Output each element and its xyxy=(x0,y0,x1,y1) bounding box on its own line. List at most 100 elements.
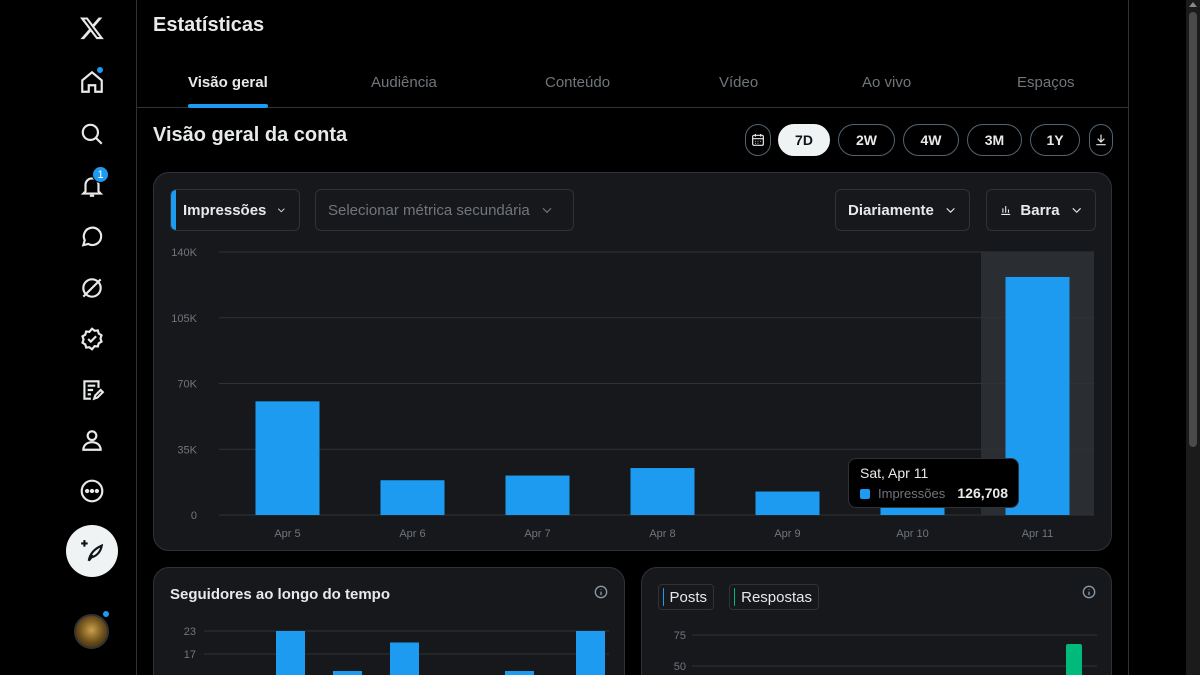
chart-tooltip: Sat, Apr 11 Impressões 126,708 xyxy=(848,458,1019,508)
range-4w-button[interactable]: 4W xyxy=(903,124,959,156)
x-tick-label: Apr 8 xyxy=(649,528,675,540)
y-tick-label: 70K xyxy=(177,379,197,391)
tab-bar: Visão geral Audiência Conteúdo Vídeo Ao … xyxy=(137,56,1129,108)
range-2w-button[interactable]: 2W xyxy=(838,124,895,156)
legend-posts-chip[interactable]: Posts xyxy=(658,584,714,610)
scrollbar-thumb[interactable] xyxy=(1189,12,1197,447)
home-notification-dot xyxy=(96,66,104,74)
x-tick-label: Apr 5 xyxy=(274,528,300,540)
articles-icon[interactable] xyxy=(66,364,118,416)
followers-card-title: Seguidores ao longo do tempo xyxy=(170,586,391,603)
range-3m-button[interactable]: 3M xyxy=(967,124,1022,156)
bar-chart-icon xyxy=(1001,206,1011,216)
notifications-icon[interactable]: 1 xyxy=(66,160,118,212)
avatar[interactable] xyxy=(74,614,109,649)
profile-icon[interactable] xyxy=(66,414,118,466)
x-logo-icon[interactable] xyxy=(66,2,118,54)
legend-label: Posts xyxy=(669,588,707,606)
page-scrollbar[interactable] xyxy=(1186,0,1200,675)
followers-card: Seguidores ao longo do tempo 17 23 xyxy=(153,567,625,675)
search-icon[interactable] xyxy=(66,108,118,160)
x-tick-label: Apr 7 xyxy=(524,528,550,540)
secondary-metric-placeholder: Selecionar métrica secundária xyxy=(328,201,530,219)
tab-label: Vídeo xyxy=(719,73,759,91)
tab-label: Ao vivo xyxy=(862,73,912,91)
y-tick-label: 0 xyxy=(191,510,197,522)
tooltip-metric: Impressões xyxy=(878,486,946,501)
primary-metric-label: Impressões xyxy=(183,201,267,219)
tab-label: Espaços xyxy=(1017,73,1075,91)
bar xyxy=(755,491,820,515)
bar xyxy=(390,642,419,675)
download-button[interactable] xyxy=(1089,124,1113,156)
posts-replies-card: Posts Respostas 50 75 xyxy=(641,567,1112,675)
tab-conteudo[interactable]: Conteúdo xyxy=(545,56,610,108)
y-tick-label: 35K xyxy=(177,444,197,456)
verified-icon[interactable] xyxy=(66,313,118,365)
grok-icon[interactable] xyxy=(66,262,118,314)
chevron-down-icon xyxy=(278,208,286,213)
legend-color-swatch xyxy=(734,588,736,606)
tooltip-value: 126,708 xyxy=(957,485,1008,501)
followers-bar-chart: 1723 xyxy=(184,626,609,675)
compose-icon xyxy=(81,540,104,562)
y-tick-label: 75 xyxy=(674,630,686,642)
info-icon[interactable] xyxy=(1082,585,1096,599)
chevron-down-icon xyxy=(1071,207,1081,214)
chart-type-label: Barra xyxy=(1020,201,1060,219)
interval-label: Diariamente xyxy=(848,201,934,219)
calendar-button[interactable] xyxy=(745,124,771,156)
tab-video[interactable]: Vídeo xyxy=(719,56,758,108)
primary-metric-dropdown[interactable]: Impressões xyxy=(170,189,300,231)
chart-type-dropdown[interactable]: Barra xyxy=(986,189,1096,231)
y-tick-label: 50 xyxy=(674,661,686,673)
y-tick-label: 140K xyxy=(171,247,197,259)
main-content: Estatísticas Visão geral Audiência Conte… xyxy=(137,0,1129,675)
tab-audiencia[interactable]: Audiência xyxy=(371,56,437,108)
bar xyxy=(333,671,362,675)
sidebar: 1 xyxy=(0,0,137,675)
avatar-notification-dot xyxy=(102,610,110,618)
info-icon[interactable] xyxy=(594,585,608,599)
range-7d-button[interactable]: 7D xyxy=(778,124,830,156)
bar xyxy=(505,475,570,515)
metric-color-accent xyxy=(171,190,176,230)
x-tick-label: Apr 11 xyxy=(1022,528,1054,540)
tab-espacos[interactable]: Espaços xyxy=(1017,56,1075,108)
tooltip-swatch xyxy=(860,489,870,499)
tab-label: Conteúdo xyxy=(545,73,611,91)
scroll-up-arrow[interactable] xyxy=(1189,2,1197,7)
more-icon[interactable] xyxy=(66,465,118,517)
interval-dropdown[interactable]: Diariamente xyxy=(835,189,970,231)
bar xyxy=(505,671,534,675)
download-icon xyxy=(1096,134,1106,146)
bar xyxy=(276,631,305,675)
range-1y-button[interactable]: 1Y xyxy=(1030,124,1080,156)
x-tick-label: Apr 9 xyxy=(774,528,800,540)
tab-label: Audiência xyxy=(371,73,437,91)
secondary-metric-dropdown[interactable]: Selecionar métrica secundária xyxy=(315,189,574,231)
y-tick-label: 105K xyxy=(171,313,197,325)
bar xyxy=(630,468,695,515)
tooltip-date: Sat, Apr 11 xyxy=(860,465,929,481)
y-tick-label: 23 xyxy=(184,626,196,638)
legend-replies-chip[interactable]: Respostas xyxy=(729,584,819,610)
chevron-down-icon xyxy=(542,207,552,214)
tab-visao-geral[interactable]: Visão geral xyxy=(188,56,268,108)
home-icon[interactable] xyxy=(66,56,118,108)
messages-icon[interactable] xyxy=(66,211,118,263)
x-tick-label: Apr 6 xyxy=(399,528,425,540)
y-tick-label: 17 xyxy=(184,649,196,661)
section-title: Visão geral da conta xyxy=(153,124,348,146)
x-tick-label: Apr 10 xyxy=(896,528,928,540)
tab-label: Visão geral xyxy=(188,73,268,91)
active-tab-indicator xyxy=(188,104,268,108)
legend-label: Respostas xyxy=(741,588,812,606)
notification-count-badge: 1 xyxy=(92,166,109,183)
chevron-down-icon xyxy=(946,207,955,213)
bar xyxy=(1066,644,1082,675)
posts-replies-chart: 50 75 xyxy=(674,630,1097,675)
tab-ao-vivo[interactable]: Ao vivo xyxy=(862,56,911,108)
compose-post-button[interactable] xyxy=(66,525,118,577)
page-title: Estatísticas xyxy=(153,14,265,36)
